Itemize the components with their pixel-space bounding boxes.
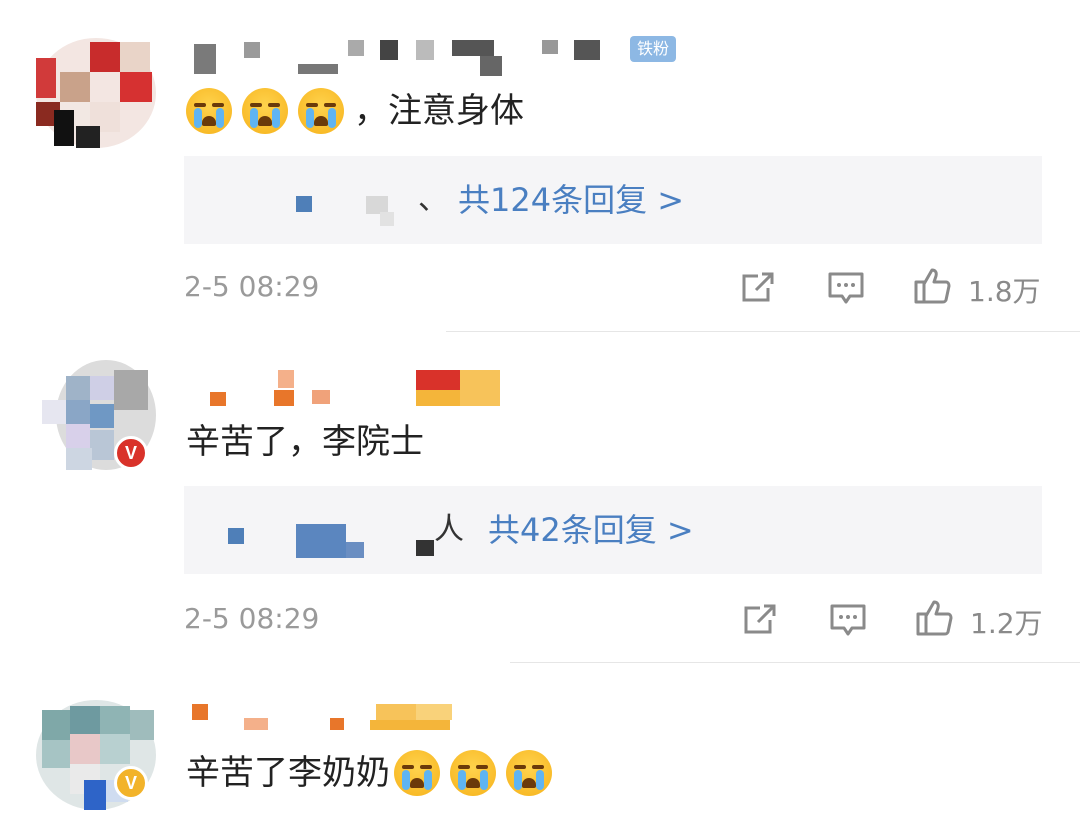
comment-text-body: 辛苦了，李院士 (186, 422, 424, 462)
username-redacted[interactable] (190, 370, 520, 410)
comment-text: 辛苦了李奶奶 (186, 750, 562, 796)
verified-badge-icon: V (114, 766, 148, 800)
crying-emoji-icon (450, 750, 496, 796)
like-count: 1.2万 (970, 607, 1043, 640)
crying-emoji-icon (394, 750, 440, 796)
username-redacted[interactable] (190, 700, 470, 740)
comment-timestamp: 2-5 08:29 (184, 270, 320, 303)
reply-separator: 人 (434, 512, 464, 547)
crying-emoji-icon (298, 88, 344, 134)
comment-divider (510, 662, 1080, 663)
crying-emoji-icon (506, 750, 552, 796)
verified-badge-icon: V (114, 436, 148, 470)
comment-bubble-icon[interactable] (828, 600, 868, 640)
comment-item-1: 铁粉 ，注意身体 、 共124条回复 > 2-5 08:29 1.8万 (0, 0, 1080, 330)
share-edit-icon[interactable] (738, 268, 778, 308)
comment-item-2: V 辛苦了，李院士 人 共42条回复 > 2-5 08:29 1.2万 (0, 332, 1080, 662)
comment-text: ，注意身体 (186, 88, 524, 134)
comment-timestamp: 2-5 08:29 (184, 602, 320, 635)
thumbs-up-icon[interactable] (914, 598, 954, 638)
reply-separator: 、 (418, 182, 448, 217)
crying-emoji-icon (242, 88, 288, 134)
thumbs-up-icon[interactable] (912, 266, 952, 306)
username-redacted[interactable] (190, 36, 620, 76)
reply-preview[interactable]: 人 共42条回复 > (184, 486, 1042, 574)
avatar[interactable] (36, 38, 156, 148)
fan-badge: 铁粉 (630, 36, 676, 62)
comment-text: 辛苦了，李院士 (186, 420, 424, 464)
comment-bubble-icon[interactable] (826, 268, 866, 308)
view-replies-link[interactable]: 共124条回复 > (458, 156, 684, 244)
comment-item-3: V 辛苦了李奶奶 (0, 664, 1080, 822)
like-count: 1.8万 (968, 275, 1041, 308)
comment-text-body: ，注意身体 (354, 91, 524, 131)
crying-emoji-icon (186, 88, 232, 134)
reply-preview[interactable]: 、 共124条回复 > (184, 156, 1042, 244)
comment-text-body: 辛苦了李奶奶 (186, 753, 390, 793)
share-edit-icon[interactable] (740, 600, 780, 640)
view-replies-link[interactable]: 共42条回复 > (488, 486, 694, 574)
